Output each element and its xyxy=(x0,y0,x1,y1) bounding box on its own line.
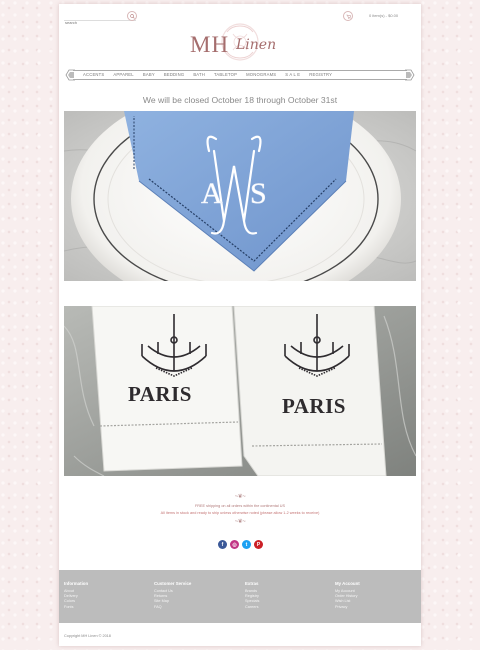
nav-menu: ACCENTS APPAREL BABY BEDDING BATH TABLET… xyxy=(83,72,341,77)
nav-item-registry[interactable]: REGISTRY xyxy=(309,72,332,77)
pinterest-icon[interactable]: P xyxy=(254,540,263,549)
footer-heading: My Account xyxy=(335,581,360,586)
nav-item-apparel[interactable]: APPAREL xyxy=(113,72,133,77)
site-footer: Information About Delivery Colors Fonts … xyxy=(59,570,421,623)
footer-link-careers[interactable]: Careers xyxy=(245,605,259,610)
nav-item-sale[interactable]: S A L E xyxy=(285,72,300,77)
facebook-icon[interactable]: f xyxy=(218,540,227,549)
in-stock-text: All items in stock and ready to ship unl… xyxy=(160,511,320,515)
footer-heading: Information xyxy=(64,581,89,586)
paris-left-text: PARIS xyxy=(128,382,192,406)
napkin-photo: A S W xyxy=(64,111,416,281)
napkin-letter-s: S xyxy=(250,177,267,210)
paris-right-text: PARIS xyxy=(282,394,346,418)
search-icon xyxy=(129,13,135,19)
footer-column-extras: Extras Brands Registry Specials Careers xyxy=(245,581,259,610)
social-links: f ◎ t P xyxy=(218,540,263,549)
ornament-divider-top: ~❦~ xyxy=(234,494,246,500)
nav-item-bath[interactable]: BATH xyxy=(193,72,205,77)
nav-item-accents[interactable]: ACCENTS xyxy=(83,72,104,77)
footer-column-my-account: My Account My Account Order History Wish… xyxy=(335,581,360,610)
nav-item-monograms[interactable]: MONOGRAMS xyxy=(246,72,276,77)
towels-photo: PARIS PARIS xyxy=(64,306,416,476)
footer-link-privacy[interactable]: Privacy xyxy=(335,605,360,610)
cart-summary[interactable]: 0 item(s) - $0.00 xyxy=(369,13,398,18)
cart-icon xyxy=(346,14,351,19)
free-shipping-text: FREE shipping on all orders within the c… xyxy=(194,504,286,508)
copyright-text: Copyright MH Linen © 2018 xyxy=(64,634,111,638)
footer-heading: Customer Service xyxy=(154,581,192,586)
banner-paris-towels[interactable]: PARIS PARIS xyxy=(64,306,416,476)
footer-heading: Extras xyxy=(245,581,259,586)
main-navigation: ACCENTS APPAREL BABY BEDDING BATH TABLET… xyxy=(65,69,415,81)
footer-link-fonts[interactable]: Fonts xyxy=(64,605,88,610)
instagram-icon[interactable]: ◎ xyxy=(230,540,239,549)
closure-notice: We will be closed October 18 through Oct… xyxy=(142,95,338,105)
page-container: 0 item(s) - $0.00 MH Linen ACCENTS APPAR… xyxy=(59,4,421,646)
search-field[interactable] xyxy=(64,11,136,27)
banner-monogram-napkin[interactable]: A S W xyxy=(64,111,416,281)
footer-column-customer-service: Customer Service Contact Us Returns Site… xyxy=(154,581,191,610)
napkin-letter-w: W xyxy=(225,140,226,142)
nav-right-ornament-icon xyxy=(405,69,415,81)
nav-item-tabletop[interactable]: TABLETOP xyxy=(214,72,237,77)
footer-link-specials[interactable]: Specials xyxy=(245,599,259,604)
twitter-icon[interactable]: t xyxy=(242,540,251,549)
site-logo[interactable]: MH Linen xyxy=(187,22,297,62)
search-input[interactable] xyxy=(64,18,124,27)
logo-linen-text: Linen xyxy=(236,37,277,53)
search-button[interactable] xyxy=(127,11,137,21)
napkin-letter-a: A xyxy=(201,177,223,210)
logo-mh-text: MH xyxy=(190,32,230,57)
footer-link-faq[interactable]: FAQ xyxy=(154,605,191,610)
cart-button[interactable] xyxy=(343,11,353,21)
nav-item-bedding[interactable]: BEDDING xyxy=(164,72,184,77)
ornament-divider-bottom: ~❦~ xyxy=(234,519,246,525)
nav-item-baby[interactable]: BABY xyxy=(143,72,155,77)
footer-column-information: Information About Delivery Colors Fonts xyxy=(64,581,88,610)
